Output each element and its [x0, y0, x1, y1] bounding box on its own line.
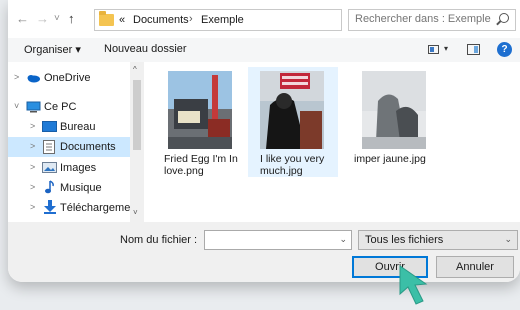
nav-label: Musique — [60, 182, 102, 194]
nav-label: Bureau — [60, 121, 96, 133]
recent-locations-button[interactable]: ˅ — [54, 11, 60, 27]
change-view-icon[interactable] — [428, 45, 439, 54]
open-file-dialog: ← → ˅ ↑ « Documents › Exemple ⌄ ↻ Organi… — [8, 0, 520, 282]
breadcrumb-documents[interactable]: Documents — [133, 13, 189, 27]
expand-chevron-icon[interactable]: > — [30, 162, 35, 172]
nav-label: Images — [60, 162, 97, 174]
address-bar[interactable]: « Documents › Exemple ⌄ ↻ — [94, 9, 417, 31]
computer-icon — [26, 101, 41, 113]
up-button[interactable]: ↑ — [68, 11, 75, 27]
file-thumbnail — [260, 71, 324, 149]
cancel-button[interactable]: Annuler — [436, 256, 514, 278]
organize-menu[interactable]: Organiser ▾ — [24, 43, 81, 56]
file-item[interactable]: imper jaune.jpg — [350, 67, 436, 177]
filename-label: Nom du fichier : — [120, 234, 198, 246]
expand-chevron-icon[interactable]: > — [30, 141, 35, 151]
file-name: I like you very much.jpg — [260, 153, 325, 177]
nav-item-bureau[interactable]: > Bureau — [8, 117, 130, 137]
expand-chevron-icon[interactable]: > — [14, 72, 19, 82]
expand-chevron-icon[interactable]: > — [30, 121, 35, 131]
nav-item-musique[interactable]: > Musique — [8, 178, 130, 198]
search-icon[interactable] — [499, 13, 509, 23]
nav-item-images[interactable]: > Images — [8, 158, 130, 178]
nav-label: Téléchargement — [60, 202, 140, 214]
search-box[interactable] — [348, 9, 516, 31]
music-icon — [44, 180, 58, 194]
collapse-chevron-icon[interactable]: ˅ — [14, 101, 19, 111]
preview-pane-icon[interactable] — [467, 44, 480, 55]
filetype-dropdown-icon[interactable]: ⌄ — [504, 234, 512, 245]
view-options-dropdown[interactable]: ▾ — [444, 44, 448, 53]
file-thumbnail — [362, 71, 426, 149]
file-name: imper jaune.jpg — [354, 153, 426, 165]
scroll-thumb[interactable] — [133, 80, 141, 150]
scroll-up-icon[interactable]: ^ — [133, 65, 137, 74]
folder-icon — [99, 11, 114, 26]
back-button[interactable]: ← — [16, 11, 29, 27]
expand-chevron-icon[interactable]: > — [30, 182, 35, 192]
breadcrumb-overflow[interactable]: « — [119, 13, 125, 27]
search-input[interactable] — [355, 13, 495, 25]
breadcrumb-exemple[interactable]: Exemple — [201, 13, 244, 27]
help-icon[interactable]: ? — [497, 42, 512, 57]
file-name: Fried Egg I'm In love.png — [164, 153, 238, 177]
new-folder-button[interactable]: Nouveau dossier — [104, 43, 187, 55]
desktop-icon — [42, 121, 57, 132]
file-list: Fried Egg I'm In love.png I like you ver… — [148, 62, 520, 222]
nav-scrollbar[interactable]: ^ ˅ — [130, 62, 144, 222]
filename-dropdown-icon[interactable]: ⌄ — [339, 234, 347, 245]
nav-item-ce-pc[interactable]: ˅ Ce PC — [8, 97, 130, 117]
forward-button[interactable]: → — [36, 11, 49, 27]
nav-item-documents[interactable]: > Documents — [8, 137, 130, 157]
command-bar: Organiser ▾ Nouveau dossier ▾ ? — [8, 38, 520, 62]
navigation-pane: > OneDrive ˅ Ce PC > Bureau > Documents … — [8, 62, 144, 222]
pointer-cursor-icon — [399, 265, 428, 305]
address-row: ← → ˅ ↑ « Documents › Exemple ⌄ ↻ — [8, 0, 520, 38]
file-thumbnail — [168, 71, 232, 149]
cloud-icon — [26, 72, 40, 83]
breadcrumb-separator: › — [189, 13, 193, 25]
filetype-select[interactable]: Tous les fichiers ⌄ — [358, 230, 518, 250]
nav-label: Documents — [60, 141, 116, 153]
documents-icon — [43, 140, 57, 154]
scroll-down-icon[interactable]: ˅ — [133, 208, 138, 217]
download-icon — [44, 200, 58, 214]
nav-item-telechargement[interactable]: > Téléchargement — [8, 198, 140, 218]
filename-field[interactable]: ⌄ — [204, 230, 352, 250]
filetype-value: Tous les fichiers — [365, 234, 444, 246]
nav-item-onedrive[interactable]: > OneDrive — [8, 68, 130, 88]
expand-chevron-icon[interactable]: > — [30, 202, 35, 212]
file-item-selected[interactable]: I like you very much.jpg — [248, 67, 338, 177]
nav-label: OneDrive — [44, 72, 91, 84]
nav-label: Ce PC — [44, 101, 77, 113]
images-icon — [42, 162, 57, 173]
file-item[interactable]: Fried Egg I'm In love.png — [156, 67, 242, 177]
